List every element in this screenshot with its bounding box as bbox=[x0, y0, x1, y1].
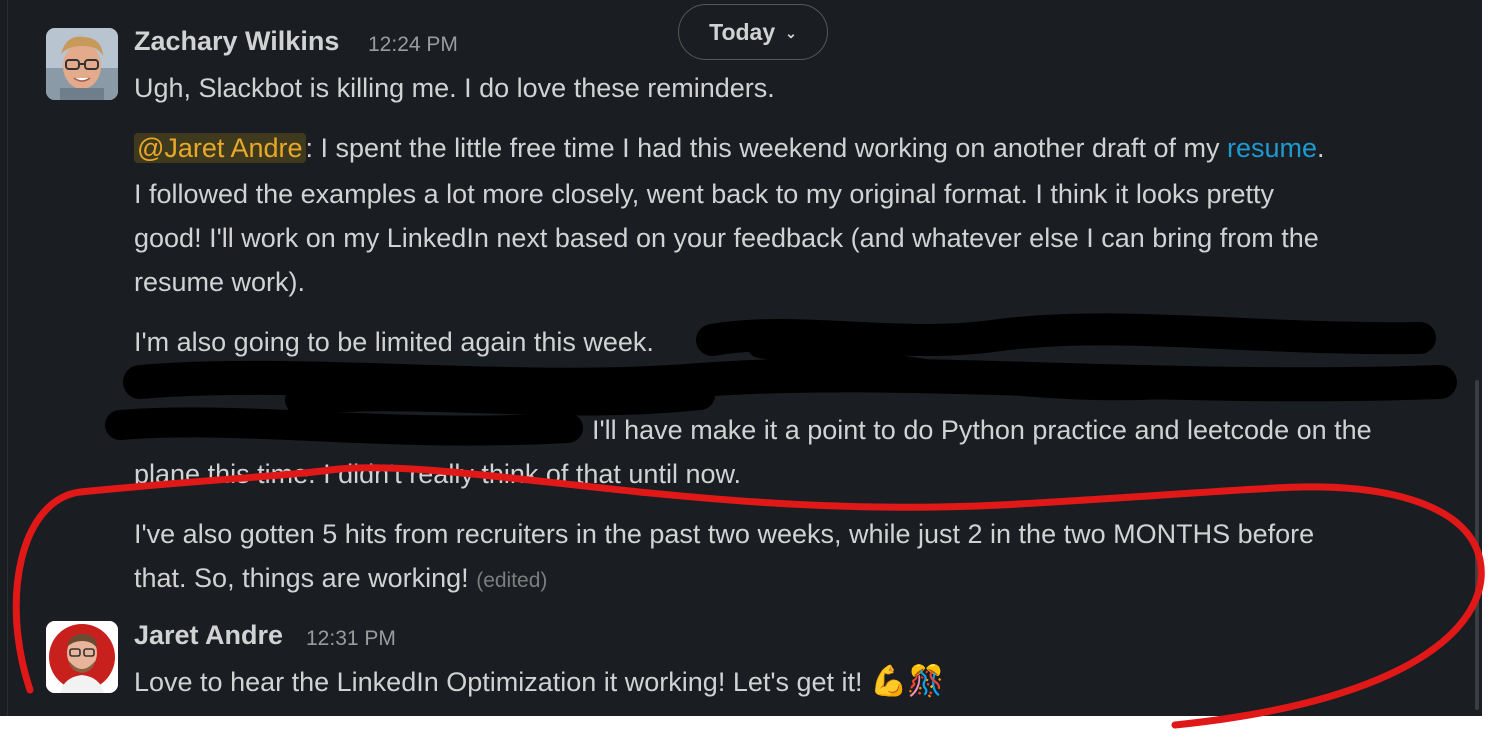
chat-pane: Today ⌄ Zachary Wilkins 12:24 PM Ugh, Sl… bbox=[0, 0, 1482, 716]
message-paragraph: Love to hear the LinkedIn Optimization i… bbox=[134, 660, 1459, 704]
emoji-reaction-inline: 💪🎊 bbox=[870, 665, 945, 698]
avatar[interactable] bbox=[46, 621, 118, 693]
message-timestamp[interactable]: 12:31 PM bbox=[306, 627, 396, 651]
scrollbar[interactable] bbox=[1468, 0, 1482, 716]
scrollbar-thumb[interactable] bbox=[1475, 380, 1479, 710]
redaction-scribble bbox=[105, 313, 1457, 446]
message-text: Love to hear the LinkedIn Optimization i… bbox=[134, 667, 871, 697]
avatar-photo bbox=[46, 621, 118, 693]
message-author[interactable]: Jaret Andre bbox=[134, 620, 283, 651]
